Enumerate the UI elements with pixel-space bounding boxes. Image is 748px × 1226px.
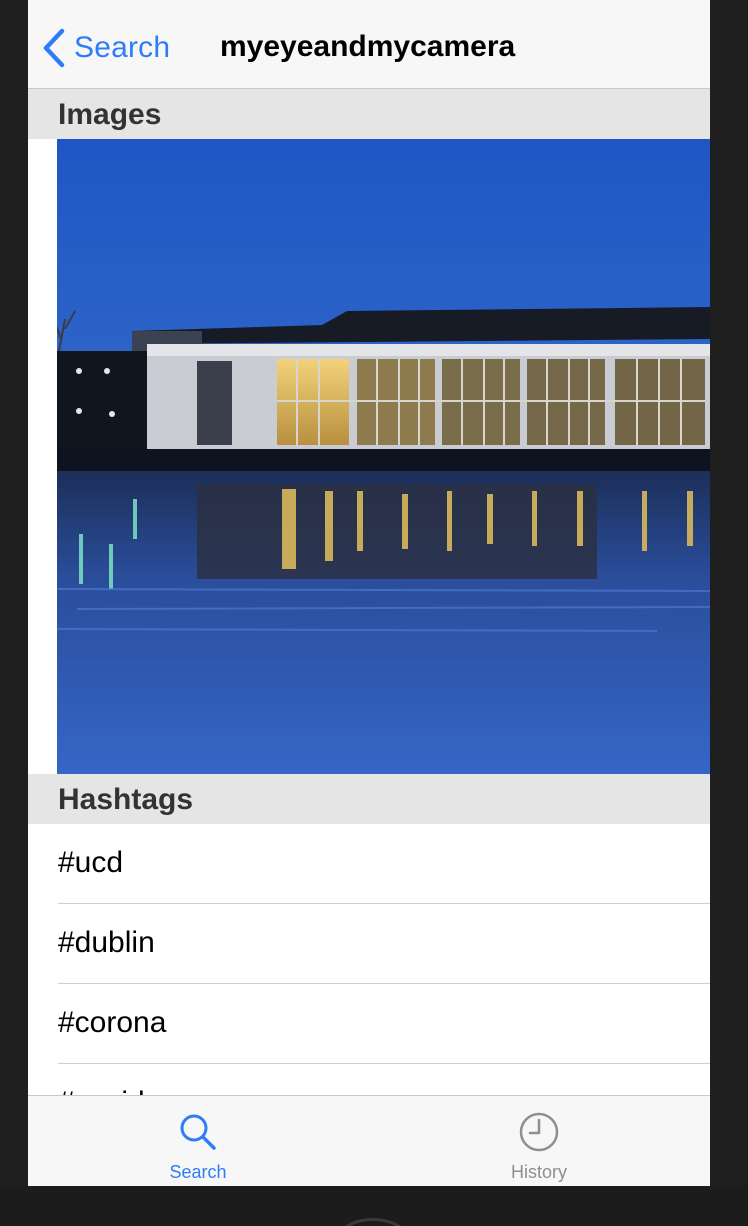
chevron-left-icon	[43, 28, 65, 68]
section-header-images-label: Images	[58, 98, 162, 131]
home-button	[336, 1218, 410, 1226]
hashtag-label: #corona	[58, 1006, 167, 1039]
section-header-hashtags-label: Hashtags	[58, 783, 194, 816]
lake-building-photo	[57, 139, 710, 774]
device-bezel-left	[0, 0, 28, 1226]
device-bezel-right	[710, 0, 748, 1226]
hashtag-label: #dublin	[58, 926, 155, 959]
hashtag-row[interactable]: #dublin	[28, 904, 710, 984]
hashtag-row[interactable]: #ucd	[28, 824, 710, 904]
page-title: myeyeandmycamera	[220, 30, 516, 63]
tab-history-label: History	[510, 1162, 567, 1182]
post-image[interactable]	[57, 139, 710, 774]
clock-icon	[519, 1112, 559, 1152]
back-button[interactable]: Search	[42, 26, 170, 70]
section-header-images: Images	[28, 89, 710, 139]
back-button-label: Search	[74, 31, 171, 64]
hashtag-label: #ucd	[58, 846, 124, 879]
device-bezel-bottom	[0, 1186, 748, 1226]
tab-bar: Search History	[28, 1095, 710, 1186]
hashtag-row[interactable]: #corona	[28, 984, 710, 1064]
section-header-hashtags: Hashtags	[28, 774, 710, 824]
navigation-bar: Search myeyeandmycamera	[28, 0, 710, 89]
app-screen: Search myeyeandmycamera Images Hashtags …	[28, 0, 710, 1186]
search-icon	[180, 1114, 216, 1150]
tab-history[interactable]: History	[439, 1096, 639, 1186]
tab-search-label: Search	[169, 1162, 227, 1182]
tab-search[interactable]: Search	[98, 1096, 298, 1186]
